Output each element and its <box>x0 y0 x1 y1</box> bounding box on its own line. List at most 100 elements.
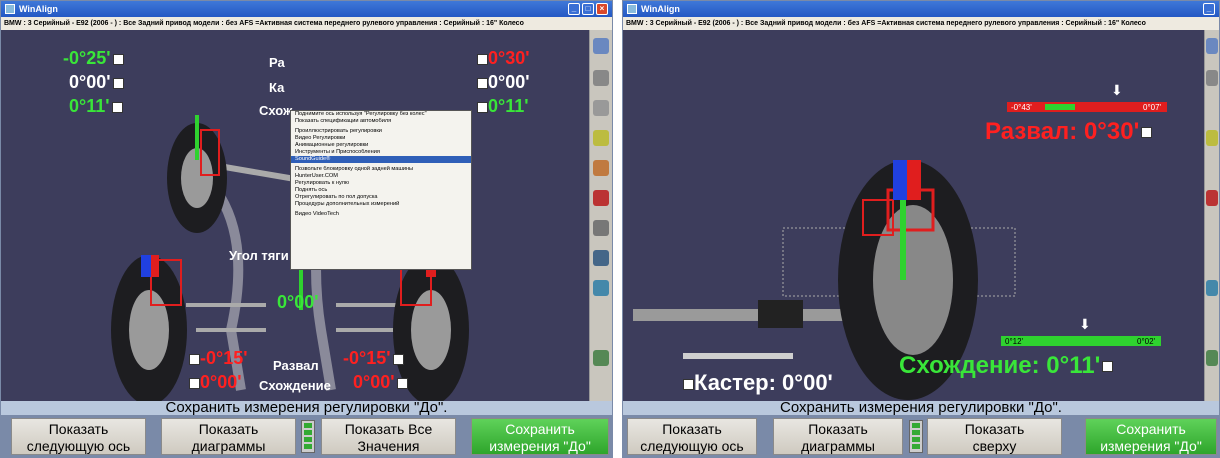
maximize-button[interactable]: □ <box>582 3 594 15</box>
arrow-down-icon: ⬇ <box>1111 82 1123 98</box>
caster-label-top: Ка <box>269 80 285 95</box>
menu-item[interactable]: Поднять ось <box>291 187 471 194</box>
menu-item[interactable]: Отрегулировать по пол допуска <box>291 194 471 201</box>
show-all-values-button[interactable]: Показать Все Значения <box>321 418 456 455</box>
edit-icon[interactable] <box>477 77 488 89</box>
alignment-overview: -0°25' 0°00' 0°11' Ра Ка Схож 0°30' 0°00… <box>1 30 590 401</box>
edit-icon[interactable] <box>112 53 124 65</box>
camber-value: Развал: 0°30' <box>985 118 1153 146</box>
arrow-down-icon: ⬇ <box>1079 316 1091 332</box>
edit-icon[interactable] <box>1141 127 1153 139</box>
edit-icon[interactable] <box>683 378 694 390</box>
close-button[interactable]: × <box>596 3 608 15</box>
spec-icon[interactable] <box>593 70 609 86</box>
status-message: Сохранить измерения регулировки "До". <box>623 400 1219 415</box>
app-icon <box>5 4 15 14</box>
show-diagrams-button[interactable]: Показать диаграммы <box>773 418 903 455</box>
lift-icon[interactable] <box>593 160 609 176</box>
menu-item-submenu[interactable]: Процедуры дополнительных измерений <box>291 201 471 208</box>
axle-icon[interactable] <box>593 350 609 366</box>
edit-icon[interactable] <box>112 77 124 89</box>
sound-icon[interactable] <box>477 101 488 113</box>
toe-label-bottom: Схождение <box>259 378 331 393</box>
window-title: WinAlign <box>19 4 58 14</box>
edit-icon[interactable] <box>396 377 408 389</box>
tool-strip <box>589 30 612 401</box>
tool-strip <box>1204 30 1219 401</box>
show-next-axle-button[interactable]: Показать следующую ось <box>627 418 757 455</box>
thrust-angle-value: 0°00' <box>277 292 319 312</box>
menu-item[interactable]: HunterUser.COM <box>291 173 471 180</box>
camber-rear-left: -0°15' <box>187 348 248 368</box>
minimize-button[interactable]: _ <box>568 3 580 15</box>
camber-label-bottom: Развал <box>273 358 319 373</box>
camber-range-high: 0°07' <box>1143 103 1162 112</box>
show-diagrams-button[interactable]: Показать диаграммы <box>161 418 296 455</box>
edit-icon[interactable] <box>189 353 200 365</box>
camber-range-low: -0°43' <box>1011 103 1032 112</box>
menu-item[interactable]: Позвольте блокировку одной задней машины <box>291 166 471 173</box>
edit-icon[interactable] <box>477 53 488 65</box>
hint-icon[interactable] <box>1206 38 1218 54</box>
status-message: Сохранить измерения регулировки "До". <box>1 400 612 415</box>
app-icon <box>627 4 637 14</box>
window-title: WinAlign <box>641 4 680 14</box>
wrench-icon[interactable] <box>593 130 609 146</box>
caster-value: Кастер: 0°00' <box>681 370 833 396</box>
toe-rear-left: 0°00' <box>187 372 242 392</box>
spec-icon[interactable] <box>1206 70 1218 86</box>
wheel-closeup: -0°43' 0°07' ⬇ Развал: 0°30' 0°12' 0°02'… <box>623 30 1205 401</box>
thrust-angle-label: Угол тяги <box>229 248 289 263</box>
tire-icon[interactable] <box>593 220 609 236</box>
menu-item[interactable]: Поднимите ось используя "Регулировку без… <box>291 111 471 118</box>
menu-item[interactable]: Анимационные регулировки <box>291 142 471 149</box>
menu-item[interactable]: Регулировать к нулю <box>291 180 471 187</box>
toe-front-right: 0°11' <box>475 96 529 116</box>
caster-front-left: 0°00' <box>69 72 124 92</box>
globe-icon[interactable] <box>1206 280 1218 296</box>
menu-item[interactable]: Инструменты и Приспособления <box>291 149 471 156</box>
save-before-button[interactable]: Сохранить измерения "До" <box>1085 418 1217 455</box>
help-icon[interactable] <box>593 250 609 266</box>
menu-item[interactable]: Видео Регулировки <box>291 135 471 142</box>
save-before-button[interactable]: Сохранить измерения "До" <box>471 418 609 455</box>
show-top-view-button[interactable]: Показать сверху <box>927 418 1062 455</box>
level-gauge-icon <box>301 420 315 453</box>
minimize-button[interactable]: _ <box>1203 3 1215 15</box>
title-bar: WinAlign _ <box>623 1 1219 17</box>
camber-rear-right: -0°15' <box>343 348 404 368</box>
toe-value: Схождение: 0°11' <box>899 352 1114 380</box>
sound-icon[interactable] <box>1102 361 1114 373</box>
sound-icon[interactable] <box>111 101 123 113</box>
toe-label-top: Схож <box>259 103 293 118</box>
context-menu: Поднимите ось используя "Регулировку без… <box>290 110 472 270</box>
flag-icon[interactable] <box>593 190 609 206</box>
winalign-window-closeup: WinAlign _ BMW : 3 Серийный - E92 (2006 … <box>622 0 1220 458</box>
hint-icon[interactable] <box>593 38 609 54</box>
toe-range-low: 0°12' <box>1005 337 1024 346</box>
caster-front-right: 0°00' <box>475 72 530 92</box>
menu-item[interactable]: Проиллюстрировать регулировки <box>291 128 471 135</box>
toe-rear-right: 0°00' <box>353 372 408 392</box>
toe-front-left: 0°11' <box>69 96 123 116</box>
edit-icon[interactable] <box>392 353 404 365</box>
camber-front-left: -0°25' <box>63 48 124 68</box>
flag-icon[interactable] <box>1206 190 1218 206</box>
camber-label-top: Ра <box>269 55 285 70</box>
wrench-icon[interactable] <box>1206 130 1218 146</box>
toe-range-high: 0°02' <box>1137 337 1156 346</box>
edit-icon[interactable] <box>189 377 200 389</box>
level-gauge-icon <box>909 420 923 453</box>
function-button-bar: Показать следующую ось Показать диаграммы … <box>623 415 1219 457</box>
title-bar: WinAlign _ □ × <box>1 1 612 17</box>
show-next-axle-button[interactable]: Показать следующую ось <box>11 418 146 455</box>
menu-item-soundguide[interactable]: SoundGuide® <box>291 156 471 163</box>
vehicle-info-bar: BMW : 3 Серийный - E92 (2006 - ) : Все З… <box>1 17 612 30</box>
ruler-icon[interactable] <box>593 100 609 116</box>
menu-item[interactable]: Показать спецификации автомобиля <box>291 118 471 125</box>
axle-icon[interactable] <box>1206 350 1218 366</box>
camber-front-right: 0°30' <box>475 48 530 68</box>
globe-icon[interactable] <box>593 280 609 296</box>
vehicle-info-bar: BMW : 3 Серийный - E92 (2006 - ) : Все З… <box>623 17 1219 30</box>
menu-item[interactable]: Видео VideoTech <box>291 211 471 218</box>
